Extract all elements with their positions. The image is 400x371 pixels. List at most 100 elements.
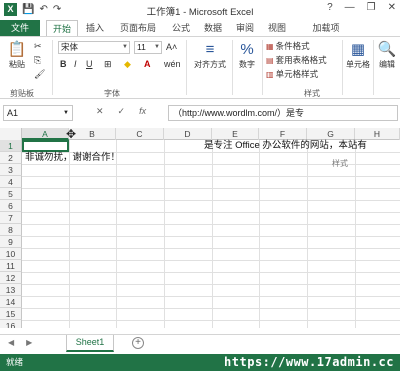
sheet-tab[interactable]: Sheet1 <box>66 335 114 352</box>
group-styles-label: 样式 <box>304 89 320 98</box>
name-box[interactable]: A1 ▼ <box>3 105 73 121</box>
conditional-format-icon: ▦ <box>266 42 274 51</box>
grid-line <box>22 176 400 177</box>
copy-icon[interactable]: ⎘ <box>34 54 41 66</box>
tab-page-layout[interactable]: 页面布局 <box>114 20 162 36</box>
font-name-select[interactable]: 宋体 ▼ <box>58 41 130 54</box>
tab-view[interactable]: 视图 <box>264 20 290 36</box>
grid-line <box>259 140 260 328</box>
row-header[interactable]: 16 <box>0 320 22 328</box>
row-header[interactable]: 14 <box>0 296 22 308</box>
close-button[interactable]: ✕ <box>388 2 396 13</box>
column-header[interactable]: E <box>212 128 259 140</box>
alignment-button[interactable]: ≡ 对齐方式 <box>192 41 228 70</box>
grid-line <box>22 200 400 201</box>
tab-insert[interactable]: 插入 <box>82 20 108 36</box>
minimize-button[interactable]: — <box>345 2 355 13</box>
grid-line <box>22 188 400 189</box>
chevron-down-icon: ▼ <box>122 44 128 50</box>
font-size-select[interactable]: 11 ▼ <box>134 41 162 54</box>
row-header[interactable]: 11 <box>0 260 22 272</box>
row-header[interactable]: 2 <box>0 152 22 164</box>
format-painter-icon[interactable]: 🖌 <box>34 68 45 80</box>
grid-line <box>22 320 400 321</box>
bold-icon[interactable]: B <box>60 58 67 70</box>
row-header[interactable]: 13 <box>0 284 22 296</box>
row-header[interactable]: 1 <box>0 140 22 152</box>
tab-formulas[interactable]: 公式 <box>168 20 194 36</box>
border-icon[interactable]: ⊞ <box>104 58 112 70</box>
active-cell[interactable] <box>22 140 69 152</box>
row-header[interactable]: 10 <box>0 248 22 260</box>
column-header[interactable]: A <box>22 128 69 140</box>
column-header[interactable]: G <box>307 128 355 140</box>
tab-addins[interactable]: 加载项 <box>308 20 344 36</box>
sheet-nav: ◀ ▶ <box>8 338 32 347</box>
conditional-format-button[interactable]: ▦ 条件格式 <box>266 40 310 53</box>
italic-icon[interactable]: I <box>74 58 77 70</box>
font-color-icon[interactable]: A <box>144 58 151 70</box>
column-header[interactable]: F <box>259 128 307 140</box>
number-format-button[interactable]: % 数字 <box>236 41 258 70</box>
row-header[interactable]: 9 <box>0 236 22 248</box>
grid-line <box>116 140 117 328</box>
tab-data[interactable]: 数据 <box>200 20 226 36</box>
row-header[interactable]: 12 <box>0 272 22 284</box>
worksheet-grid[interactable]: A B C D E F G H 1 2 3 4 5 6 7 8 9 10 11 … <box>0 128 400 328</box>
grid-line <box>22 296 400 297</box>
tab-review[interactable]: 审阅 <box>232 20 258 36</box>
formula-input[interactable]: （http://www.wordlm.com/）是专 <box>168 105 398 121</box>
grid-line <box>22 308 400 309</box>
grid-line <box>22 236 400 237</box>
grid-line <box>164 140 165 328</box>
clipboard-icon: 📋 <box>7 41 27 58</box>
column-header[interactable]: C <box>116 128 164 140</box>
cancel-icon[interactable]: ✕ <box>96 106 104 117</box>
column-header[interactable]: D <box>164 128 212 140</box>
row-header[interactable]: 8 <box>0 224 22 236</box>
phonetic-icon[interactable]: wén <box>164 58 181 70</box>
tab-home[interactable]: 开始 <box>46 20 78 36</box>
fill-color-icon[interactable]: ◆ <box>124 58 131 70</box>
ribbon-separator <box>232 40 233 95</box>
cells-button[interactable]: ▦ 单元格 <box>344 41 372 70</box>
paste-button[interactable]: 📋 粘贴 <box>6 41 28 70</box>
format-as-table-button[interactable]: ▤ 套用表格格式 <box>266 54 327 67</box>
search-icon: 🔍 <box>377 41 397 58</box>
window-controls: ? — ❐ ✕ <box>327 2 396 13</box>
grid-line <box>69 140 70 328</box>
prev-sheet-icon[interactable]: ◀ <box>8 338 14 347</box>
title-bar: X 💾 ↶ ↷ 工作簿1 - Microsoft Excel ? — ❐ ✕ <box>0 0 400 20</box>
alignment-label: 对齐方式 <box>194 60 226 69</box>
group-font-label: 字体 <box>104 89 120 98</box>
row-header[interactable]: 15 <box>0 308 22 320</box>
cell-styles-icon: ▥ <box>266 70 274 79</box>
status-bar: 就绪 https://www.17admin.cc <box>0 354 400 371</box>
select-all-button[interactable] <box>0 128 22 140</box>
help-icon[interactable]: ? <box>327 2 333 13</box>
editing-button[interactable]: 🔍 编辑 <box>376 41 398 70</box>
add-sheet-button[interactable]: + <box>132 337 144 349</box>
watermark-url: https://www.17admin.cc <box>224 355 394 369</box>
grow-font-icon[interactable]: A˄ <box>166 41 177 53</box>
ribbon-separator <box>262 40 263 95</box>
insert-function-icon[interactable]: fx <box>139 106 146 117</box>
font-size-value: 11 <box>137 42 146 52</box>
row-header[interactable]: 5 <box>0 188 22 200</box>
tab-file[interactable]: 文件 <box>0 20 40 36</box>
cell-styles-button[interactable]: ▥ 单元格样式 <box>266 68 318 81</box>
row-header[interactable]: 6 <box>0 200 22 212</box>
column-header[interactable]: H <box>355 128 400 140</box>
restore-button[interactable]: ❐ <box>367 2 376 13</box>
next-sheet-icon[interactable]: ▶ <box>26 338 32 347</box>
ribbon-separator <box>186 40 187 95</box>
status-ready: 就绪 <box>6 357 24 367</box>
grid-line <box>22 224 400 225</box>
row-header[interactable]: 7 <box>0 212 22 224</box>
underline-icon[interactable]: U <box>86 58 93 70</box>
row-header[interactable]: 3 <box>0 164 22 176</box>
row-header[interactable]: 4 <box>0 176 22 188</box>
enter-icon[interactable]: ✓ <box>118 106 126 117</box>
cut-icon[interactable]: ✂ <box>34 40 42 52</box>
grid-line <box>307 140 308 328</box>
